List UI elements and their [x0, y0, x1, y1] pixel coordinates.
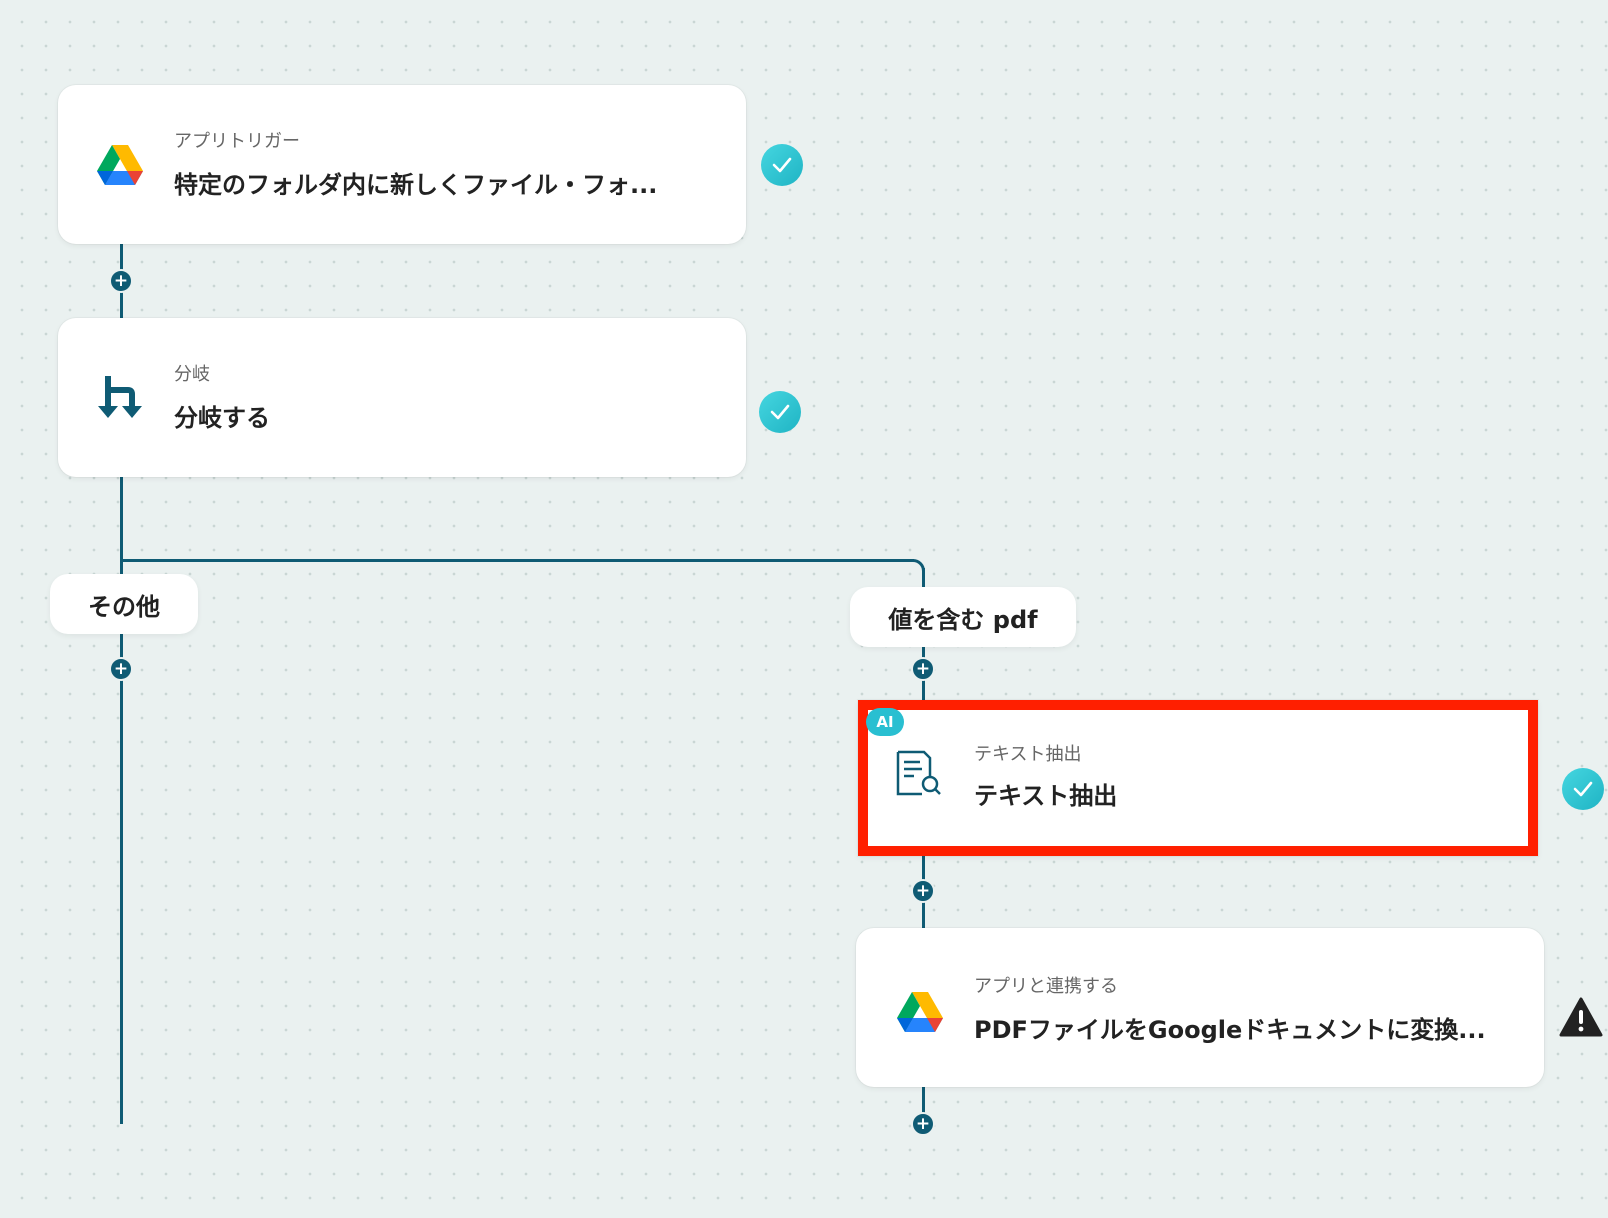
google-drive-icon — [97, 145, 143, 185]
add-step-button[interactable]: + — [911, 657, 935, 681]
status-complete-icon — [759, 391, 801, 433]
status-complete-icon — [761, 144, 803, 186]
step-type-label: アプリトリガー — [174, 131, 300, 152]
add-step-button[interactable]: + — [109, 657, 133, 681]
branch-label-condition[interactable]: 値を含む pdf — [850, 587, 1076, 647]
step-title: 特定のフォルダ内に新しくファイル・フォ... — [174, 171, 658, 199]
connector-line-branch-horizontal — [120, 559, 914, 562]
branch-label-other[interactable]: その他 — [50, 574, 198, 634]
status-complete-icon — [1562, 768, 1604, 810]
text-extract-step-card[interactable]: テキスト抽出 テキスト抽出 — [858, 700, 1538, 856]
add-step-button[interactable]: + — [109, 269, 133, 293]
google-drive-icon — [897, 992, 943, 1032]
trigger-step-card[interactable]: アプリトリガー 特定のフォルダ内に新しくファイル・フォ... — [58, 85, 746, 244]
step-type-label: テキスト抽出 — [974, 744, 1082, 765]
step-title: PDFファイルをGoogleドキュメントに変換... — [974, 1016, 1486, 1044]
ai-badge: AI — [866, 708, 904, 736]
warning-icon — [1559, 997, 1603, 1037]
step-title: テキスト抽出 — [974, 782, 1118, 810]
step-type-label: アプリと連携する — [974, 976, 1118, 997]
branch-step-card[interactable]: 分岐 分岐する — [58, 318, 746, 477]
convert-step-card[interactable]: アプリと連携する PDFファイルをGoogleドキュメントに変換... — [856, 928, 1544, 1087]
add-step-button[interactable]: + — [911, 879, 935, 903]
branch-icon — [98, 376, 142, 418]
document-search-icon — [896, 750, 941, 796]
step-type-label: 分岐 — [174, 364, 210, 385]
add-step-button[interactable]: + — [911, 1112, 935, 1136]
step-title: 分岐する — [174, 404, 270, 432]
